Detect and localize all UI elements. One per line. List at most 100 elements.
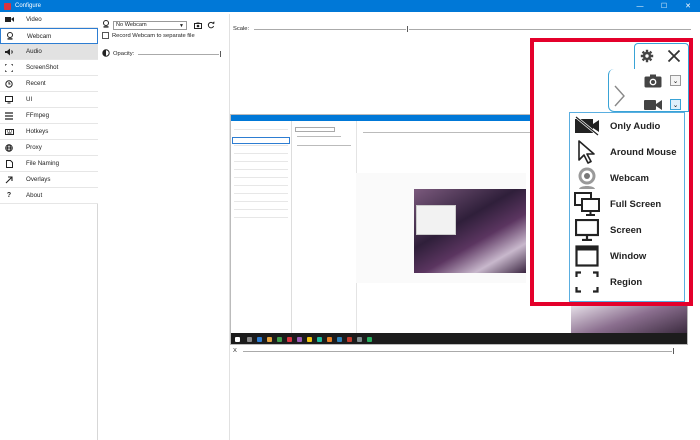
preview-opacity-line xyxy=(297,145,351,146)
menu-item-region[interactable]: Region xyxy=(570,269,684,295)
windows-logo-icon xyxy=(235,337,240,342)
sidebar-item-webcam[interactable]: Webcam xyxy=(0,28,98,44)
x-label: X xyxy=(233,348,237,354)
x-slider-thumb[interactable] xyxy=(671,346,675,355)
sidebar-item-ui[interactable]: UI xyxy=(0,92,98,108)
camera-icon xyxy=(194,22,202,29)
menu-item-label: Webcam xyxy=(610,172,649,184)
taskbar-app-icon xyxy=(357,337,362,342)
webcam-icon xyxy=(102,20,110,30)
record-button[interactable] xyxy=(643,98,663,112)
camera-icon xyxy=(644,74,662,88)
taskbar-app-icon xyxy=(297,337,302,342)
display-icon xyxy=(4,95,14,105)
menu-item-label: Only Audio xyxy=(610,120,661,132)
minimize-button[interactable]: — xyxy=(628,0,652,12)
menu-item-label: Around Mouse xyxy=(610,146,677,158)
taskbar-app-icon xyxy=(337,337,342,342)
menu-item-label: Full Screen xyxy=(610,198,662,210)
taskbar-app-icon xyxy=(267,337,272,342)
window-title: Configure xyxy=(15,3,42,9)
taskbar-app-icon xyxy=(347,337,352,342)
x-slider[interactable] xyxy=(242,346,675,355)
menu-item-around-mouse[interactable]: Around Mouse xyxy=(570,139,684,165)
sidebar-item-label: Webcam xyxy=(27,32,52,40)
file-icon xyxy=(4,159,14,169)
preview-nav-line xyxy=(234,145,288,146)
sidebar-item-video[interactable]: Video xyxy=(0,12,98,28)
separate-file-label: Record Webcam to separate file xyxy=(112,32,195,39)
sidebar-item-about[interactable]: ? About xyxy=(0,188,98,204)
close-button[interactable]: ✕ xyxy=(676,0,700,12)
taskbar-app-icon xyxy=(367,337,372,342)
maximize-button[interactable]: ☐ xyxy=(652,0,676,12)
sidebar-item-recent[interactable]: Recent xyxy=(0,76,98,92)
sidebar: Video Webcam Audio ScreenShot Recent UI … xyxy=(0,12,98,440)
opacity-row: Opacity: xyxy=(102,49,226,59)
region-icon xyxy=(573,270,601,294)
webcam-settings: No Webcam ▼ Record Webcam to separate fi… xyxy=(102,18,226,62)
crop-frame-icon xyxy=(4,63,14,73)
chevron-right-icon xyxy=(614,85,625,107)
question-icon: ? xyxy=(6,192,12,199)
webcam-select[interactable]: No Webcam ▼ xyxy=(113,20,187,30)
gear-icon xyxy=(640,49,654,63)
video-source-menu: Only Audio Around Mouse Webcam Full Scre… xyxy=(569,112,685,302)
opacity-slider-thumb[interactable] xyxy=(219,49,223,58)
webcam-icon xyxy=(5,31,15,41)
globe-icon xyxy=(4,143,14,153)
arrow-icon xyxy=(4,175,14,185)
separate-file-checkbox[interactable] xyxy=(102,32,109,39)
expand-toolbar-button[interactable] xyxy=(610,83,628,109)
scale-slider-thumb[interactable] xyxy=(405,24,409,33)
sidebar-item-hotkeys[interactable]: Hotkeys xyxy=(0,124,98,140)
video-camera-icon xyxy=(4,15,14,25)
taskbar-app-icon xyxy=(257,337,262,342)
separate-file-row: Record Webcam to separate file xyxy=(102,32,195,39)
sidebar-item-proxy[interactable]: Proxy xyxy=(0,140,98,156)
refresh-icon xyxy=(207,21,215,29)
scale-row: Scale: xyxy=(233,24,693,34)
sidebar-item-overlays[interactable]: Overlays xyxy=(0,172,98,188)
cursor-icon xyxy=(573,140,601,164)
speaker-icon xyxy=(4,47,14,57)
window-icon xyxy=(573,244,601,268)
sidebar-item-audio[interactable]: Audio xyxy=(0,44,98,60)
menu-item-window[interactable]: Window xyxy=(570,243,684,269)
opacity-label: Opacity: xyxy=(113,51,135,57)
refresh-button[interactable] xyxy=(206,20,216,30)
app-window: Configure — ☐ ✕ Video Webcam Audio Scree… xyxy=(0,0,700,440)
menu-item-only-audio[interactable]: Only Audio xyxy=(570,113,684,139)
sidebar-item-screenshot[interactable]: ScreenShot xyxy=(0,60,98,76)
menu-item-label: Region xyxy=(610,276,643,288)
menu-item-webcam[interactable]: Webcam xyxy=(570,165,684,191)
opacity-icon xyxy=(102,49,110,59)
window-controls: — ☐ ✕ xyxy=(628,0,700,12)
sidebar-item-label: Overlays xyxy=(26,176,51,183)
camera-snapshot-button[interactable] xyxy=(193,20,203,30)
menu-item-screen[interactable]: Screen xyxy=(570,217,684,243)
webcam-icon xyxy=(573,166,601,190)
preview-check-line xyxy=(297,136,341,137)
opacity-slider[interactable] xyxy=(138,49,223,58)
close-toolbar-button[interactable] xyxy=(664,46,684,66)
sidebar-item-ffmpeg[interactable]: FFmpeg xyxy=(0,108,98,124)
close-icon xyxy=(667,49,681,63)
menu-item-full-screen[interactable]: Full Screen xyxy=(570,191,684,217)
screenshot-options-dropdown[interactable]: ⌄ xyxy=(670,75,681,86)
video-camera-icon xyxy=(644,100,662,110)
preview-nav-line xyxy=(234,153,288,154)
taskbar-app-icon xyxy=(247,337,252,342)
sidebar-item-label: Recent xyxy=(26,80,46,87)
source-dropdown-button[interactable]: ⌄ xyxy=(670,99,681,110)
preview-nav-line xyxy=(234,161,288,162)
screenshot-button[interactable] xyxy=(643,72,663,90)
menu-item-label: Window xyxy=(610,250,647,262)
webcam-select-value: No Webcam xyxy=(116,22,147,28)
preview-nav-line xyxy=(234,177,288,178)
webcam-row: No Webcam ▼ xyxy=(102,20,216,30)
scale-slider[interactable] xyxy=(254,24,692,33)
x-row: X xyxy=(233,346,678,356)
sidebar-item-file-naming[interactable]: File Naming xyxy=(0,156,98,172)
settings-button[interactable] xyxy=(638,47,656,65)
